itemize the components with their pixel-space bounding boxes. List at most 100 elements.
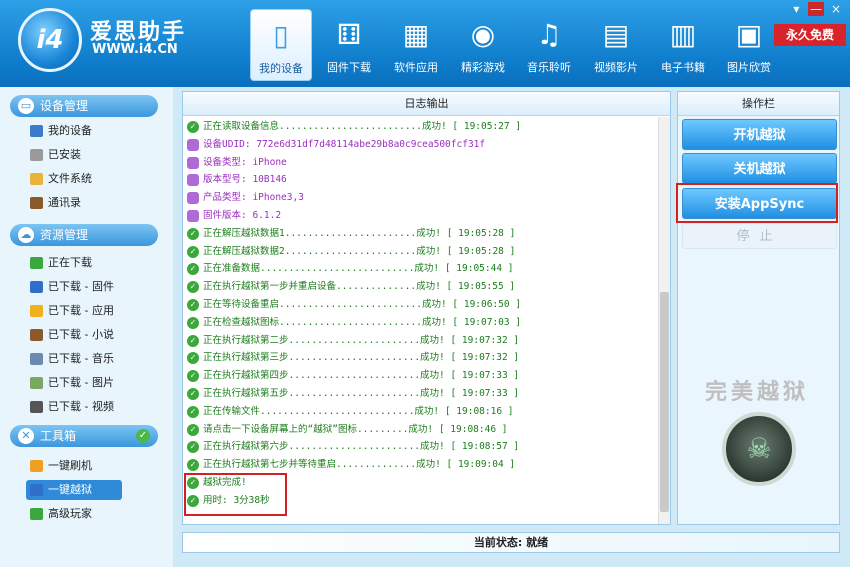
minimize-icon[interactable]: — xyxy=(808,2,825,16)
log-line: ✓ 正在执行越狱第六步.......................成功! [ 1… xyxy=(183,438,656,456)
log-text: 正在解压越狱数据1.......................成功! [ 19… xyxy=(203,227,516,239)
tab-label: 我的设备 xyxy=(259,62,303,75)
tab-picture[interactable]: ▣ 图片欣赏 xyxy=(718,9,780,81)
device-icon: ▯ xyxy=(273,19,289,52)
download-icon xyxy=(30,257,43,269)
sidebar-item-music[interactable]: 已下载 - 音乐 xyxy=(30,349,114,369)
close-icon[interactable]: × xyxy=(828,2,844,16)
section-resource-management[interactable]: ☁ 资源管理 xyxy=(10,224,158,246)
sidebar-item-video[interactable]: 已下载 - 视频 xyxy=(30,397,114,417)
tab-book[interactable]: ▥ 电子书籍 xyxy=(652,9,714,81)
sidebar-item-label: 高级玩家 xyxy=(48,507,92,520)
boot-jailbreak-button[interactable]: 开机越狱 xyxy=(682,119,837,150)
log-scrollbar[interactable] xyxy=(658,117,670,524)
log-line: ✓ 正在执行越狱第五步.......................成功! [ 1… xyxy=(183,385,656,403)
info-bubble-icon xyxy=(187,156,199,169)
log-text: 固件版本: 6.1.2 xyxy=(203,209,282,221)
contacts-icon xyxy=(30,197,43,209)
log-line: ✓ 正在执行越狱第一步并重启设备..............成功! [ 19:05… xyxy=(183,278,656,296)
ios-icon xyxy=(30,281,43,293)
wrench-icon: ✕ xyxy=(18,428,34,444)
sidebar-item-label: 已下载 - 音乐 xyxy=(48,352,114,365)
sidebar-item-picture[interactable]: 已下载 - 图片 xyxy=(30,373,114,393)
sidebar-item-flash[interactable]: 一键刷机 xyxy=(30,456,92,476)
log-line: 产品类型: iPhone3,3 xyxy=(183,189,656,207)
sidebar-item-star[interactable]: 已下载 - 应用 xyxy=(30,301,114,321)
success-check-icon: ✓ xyxy=(187,121,199,133)
tab-music[interactable]: ♫ 音乐聆听 xyxy=(518,9,580,81)
music-icon xyxy=(30,353,43,365)
tab-dice[interactable]: ⚅ 固件下载 xyxy=(318,9,380,81)
app-url: WWW.i4.CN xyxy=(92,42,178,57)
success-check-icon: ✓ xyxy=(187,370,199,383)
watermark-text: 完美越狱 xyxy=(705,380,810,405)
shutdown-jailbreak-button[interactable]: 关机越狱 xyxy=(682,153,837,184)
log-text: 正在检查越狱图标.........................成功! [ 1… xyxy=(203,316,522,328)
sidebar-item-label: 已下载 - 固件 xyxy=(48,280,114,293)
tab-grid[interactable]: ▦ 软件应用 xyxy=(385,9,447,81)
tab-gamepad[interactable]: ◉ 精彩游戏 xyxy=(452,9,514,81)
info-bubble-icon xyxy=(187,209,199,222)
log-line: ✓ 正在检查越狱图标.........................成功! [ … xyxy=(183,314,656,332)
success-check-icon: ✓ xyxy=(187,405,199,418)
log-title: 日志输出 xyxy=(183,92,670,116)
sidebar-item-label: 文件系统 xyxy=(48,172,92,185)
log-line: ✓ 正在准备数据...........................成功! [ … xyxy=(183,260,656,278)
sidebar-item-label: 我的设备 xyxy=(48,124,92,137)
tab-label: 音乐聆听 xyxy=(527,61,571,74)
sidebar-item-user[interactable]: 高级玩家 xyxy=(30,504,92,524)
apps-icon xyxy=(30,149,43,161)
sidebar-item-download[interactable]: 正在下载 xyxy=(30,253,92,273)
log-line: 设备UDID: 772e6d31df7d48114abe29b8a0c9cea5… xyxy=(183,136,656,154)
tab-label: 软件应用 xyxy=(394,61,438,74)
stop-button[interactable]: 停止 xyxy=(682,223,837,249)
log-text: 设备UDID: 772e6d31df7d48114abe29b8a0c9cea5… xyxy=(203,138,486,150)
section-device-management[interactable]: ▭ 设备管理 xyxy=(10,95,158,117)
sidebar: ▭ 设备管理 我的设备已安装文件系统通讯录 ☁ 资源管理 正在下载已下载 - 固… xyxy=(0,87,173,567)
scrollbar-thumb[interactable] xyxy=(660,292,669,512)
success-check-icon: ✓ xyxy=(187,334,199,347)
sidebar-item-jailbreak[interactable]: 一键越狱 xyxy=(26,480,122,500)
sidebar-item-label: 正在下载 xyxy=(48,256,92,269)
section-title: 设备管理 xyxy=(40,99,89,113)
phone-icon xyxy=(30,125,43,137)
evasi0n-logo-icon: ☠ xyxy=(722,412,796,486)
video-icon xyxy=(30,401,43,413)
operations-panel: 操作栏 开机越狱 关机越狱 安装AppSync 停止 完美越狱 ☠ xyxy=(677,91,840,525)
success-check-icon: ✓ xyxy=(187,298,199,311)
gamepad-icon: ◉ xyxy=(470,18,496,51)
tab-film[interactable]: ▤ 视频影片 xyxy=(585,9,647,81)
book-icon: ▥ xyxy=(669,18,697,51)
menu-icon[interactable]: ▾ xyxy=(788,2,804,16)
sidebar-item-book[interactable]: 已下载 - 小说 xyxy=(30,325,114,345)
info-bubble-icon xyxy=(187,174,199,187)
sidebar-item-apps[interactable]: 已安装 xyxy=(30,145,81,165)
picture-icon xyxy=(30,377,43,389)
section-toolbox[interactable]: ✕ 工具箱 ✓ xyxy=(10,425,158,447)
monitor-icon: ▭ xyxy=(18,98,34,114)
sidebar-item-ios[interactable]: 已下载 - 固件 xyxy=(30,277,114,297)
tab-label: 固件下载 xyxy=(327,61,371,74)
film-icon: ▤ xyxy=(602,18,630,51)
sidebar-item-folder[interactable]: 文件系统 xyxy=(30,169,92,189)
tab-device[interactable]: ▯ 我的设备 xyxy=(250,9,312,81)
app-window: i4 爱思助手 WWW.i4.CN ▯ 我的设备 ⚅ 固件下载 ▦ 软件应用 ◉ 精彩游戏 ♫ 音… xyxy=(0,0,850,567)
sidebar-item-label: 已安装 xyxy=(48,148,81,161)
folder-icon xyxy=(30,173,43,185)
log-list: ✓ 正在读取设备信息.........................成功! [ … xyxy=(183,118,656,510)
success-check-icon: ✓ xyxy=(187,423,199,436)
log-text: 正在解压越狱数据2.......................成功! [ 19… xyxy=(203,245,516,257)
status-bar: 当前状态: 就绪 xyxy=(182,532,840,553)
success-check-icon: ✓ xyxy=(187,441,199,454)
log-line: ✓ 正在执行越狱第二步.......................成功! [ 1… xyxy=(183,332,656,350)
log-text: 正在执行越狱第二步.......................成功! [ 19… xyxy=(203,334,520,346)
star-icon xyxy=(30,305,43,317)
sidebar-item-contacts[interactable]: 通讯录 xyxy=(30,193,81,213)
info-bubble-icon xyxy=(187,192,199,205)
log-text: 正在执行越狱第五步.......................成功! [ 19… xyxy=(203,387,520,399)
section-title: 资源管理 xyxy=(40,228,89,242)
sidebar-item-phone[interactable]: 我的设备 xyxy=(30,121,92,141)
success-check-icon: ✓ xyxy=(187,227,199,240)
log-text: 正在执行越狱第三步.......................成功! [ 19… xyxy=(203,352,520,364)
check-icon: ✓ xyxy=(136,429,150,443)
